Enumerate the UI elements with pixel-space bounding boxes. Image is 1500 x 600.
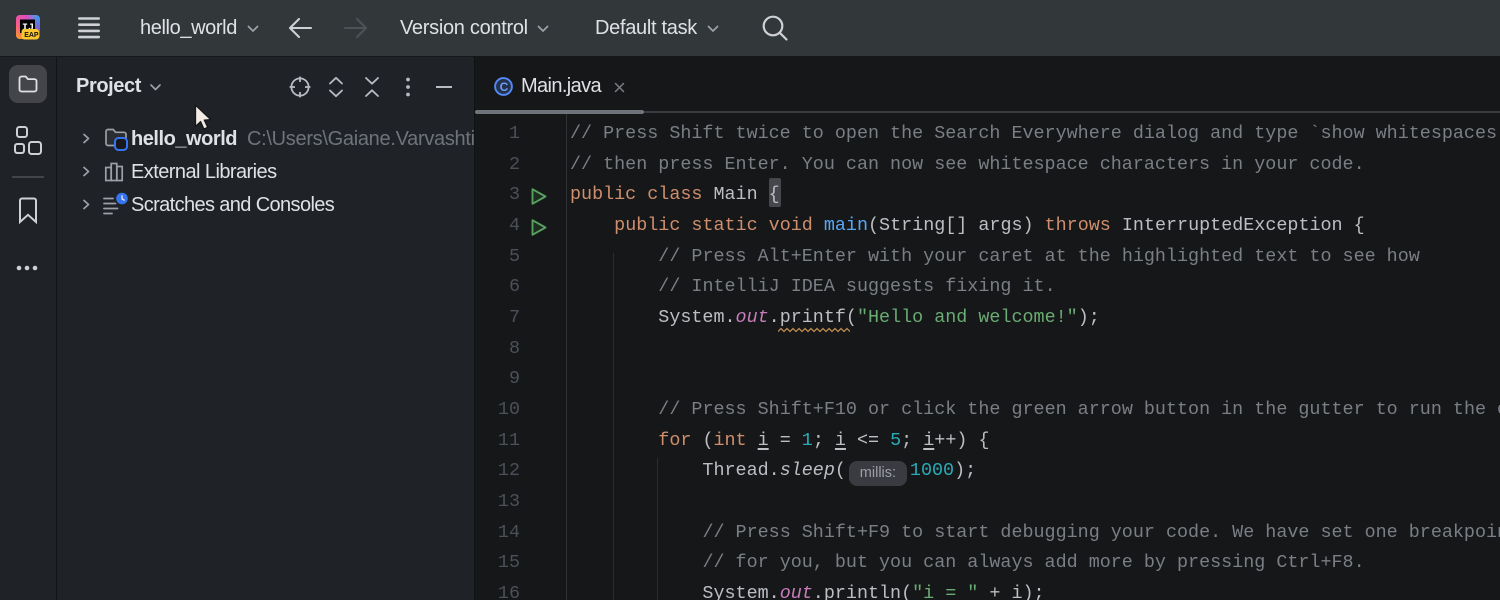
svg-text:C: C [500, 80, 509, 94]
svg-text:EAP: EAP [24, 32, 39, 39]
